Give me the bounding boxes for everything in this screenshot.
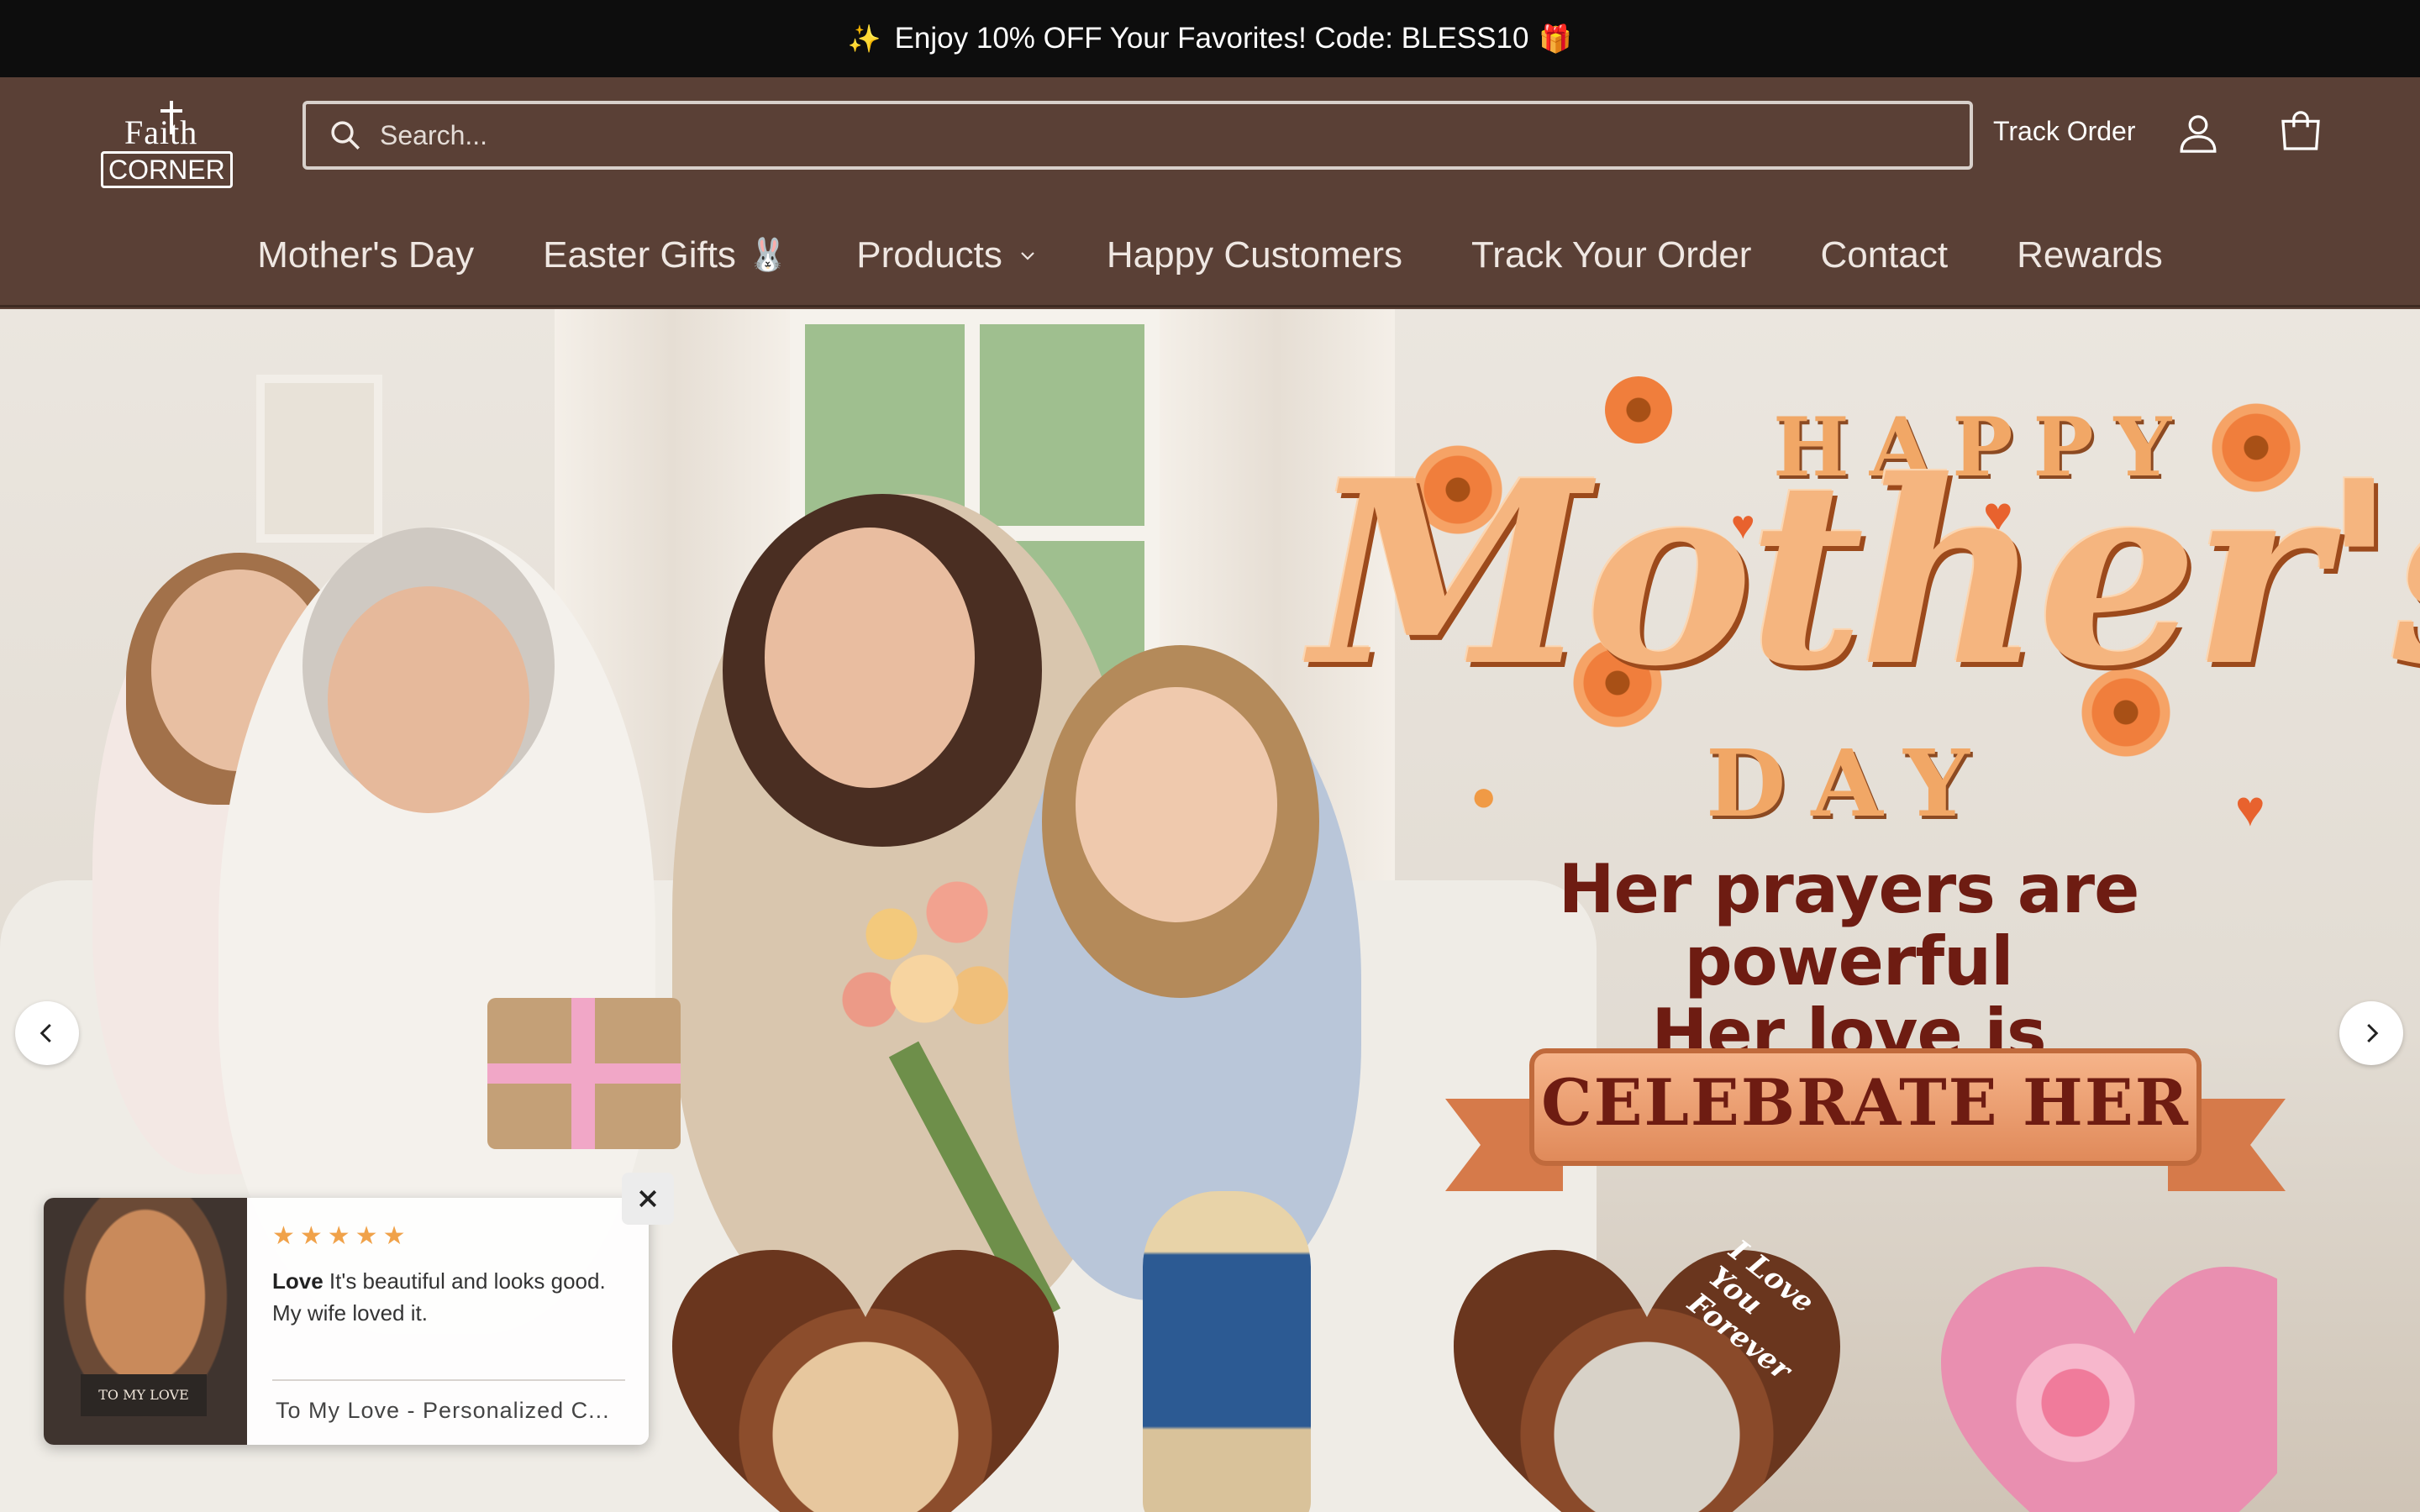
nav-item-label: Contact bbox=[1820, 234, 1949, 276]
heart-icon: ♥ bbox=[2235, 780, 2265, 837]
cart-icon[interactable] bbox=[2277, 108, 2324, 155]
celebrate-her-banner[interactable]: CELEBRATE HER bbox=[1445, 1048, 2286, 1200]
nav-item-label: Products bbox=[856, 234, 1002, 276]
flower-bouquet bbox=[815, 847, 1034, 1065]
nav-item-happy-customers[interactable]: Happy Customers bbox=[1107, 234, 1402, 276]
chevron-down-icon bbox=[1021, 252, 1034, 260]
chevron-left-icon bbox=[39, 1023, 51, 1043]
nav-item-products[interactable]: Products bbox=[856, 234, 1038, 276]
carousel-next-button[interactable] bbox=[2339, 1001, 2403, 1065]
sparkles-icon: ✨ bbox=[847, 24, 881, 54]
review-text: Love It's beautiful and looks good. My w… bbox=[272, 1265, 625, 1329]
site-header: Faith CORNER Track Order Mother's Day Ea… bbox=[0, 77, 2420, 307]
search-bar[interactable] bbox=[302, 101, 1973, 170]
main-nav: Mother's Day Easter Gifts 🐰 Products Hap… bbox=[0, 222, 2420, 289]
nav-item-easter-gifts[interactable]: Easter Gifts 🐰 bbox=[543, 234, 787, 276]
heart-shape bbox=[672, 1250, 1059, 1512]
heart-shape bbox=[1941, 1267, 2277, 1512]
announcement-bar: ✨ Enjoy 10% OFF Your Favorites! Code: BL… bbox=[0, 0, 2420, 77]
tagline-line-1: Her prayers are powerful bbox=[1558, 850, 2140, 1000]
headline-day: DAY bbox=[1706, 729, 1995, 837]
close-review-button[interactable] bbox=[622, 1173, 674, 1225]
gift-box-image bbox=[487, 998, 681, 1149]
celebrate-her-cta[interactable]: CELEBRATE HER bbox=[1529, 1065, 2202, 1140]
headline-mothers: Mother's bbox=[1311, 425, 2420, 722]
star-rating: ★★★★★ bbox=[272, 1222, 411, 1250]
close-icon bbox=[639, 1189, 657, 1208]
announcement-text: Enjoy 10% OFF Your Favorites! Code: BLES… bbox=[894, 22, 1529, 55]
thumb-caption: TO MY LOVE bbox=[81, 1374, 207, 1416]
bunny-icon: 🐰 bbox=[747, 238, 788, 273]
divider bbox=[272, 1379, 625, 1381]
head bbox=[1076, 687, 1277, 922]
carousel-prev-button[interactable] bbox=[15, 1001, 79, 1065]
account-icon[interactable] bbox=[2175, 109, 2222, 156]
track-order-link[interactable]: Track Order bbox=[1993, 116, 2136, 147]
nav-item-label: Easter Gifts bbox=[543, 234, 736, 276]
petal-icon: ● bbox=[1470, 772, 1497, 821]
gift-icon: 🎁 bbox=[1539, 24, 1573, 54]
rose-heart-product[interactable] bbox=[1941, 1267, 2277, 1512]
review-popup[interactable]: TO MY LOVE ★★★★★ Love It's beautiful and… bbox=[44, 1198, 649, 1445]
nav-item-track-your-order[interactable]: Track Your Order bbox=[1471, 234, 1751, 276]
review-product-name[interactable]: To My Love - Personalized C... bbox=[276, 1398, 610, 1424]
logo-line-2: CORNER bbox=[101, 151, 233, 188]
virgin-mary-statue-product[interactable] bbox=[1143, 1191, 1311, 1512]
logo-line-1: Faith bbox=[124, 113, 198, 151]
nav-item-label: Happy Customers bbox=[1106, 234, 1403, 276]
nav-item-contact[interactable]: Contact bbox=[1820, 234, 1948, 276]
lion-heart-product[interactable] bbox=[672, 1250, 1059, 1512]
search-icon bbox=[331, 121, 360, 150]
love-forever-heart-product[interactable]: I Love You Forever bbox=[1454, 1233, 1840, 1512]
review-product-thumbnail[interactable]: TO MY LOVE bbox=[44, 1198, 247, 1445]
nav-item-mothers-day[interactable]: Mother's Day bbox=[257, 234, 474, 276]
nav-item-rewards[interactable]: Rewards bbox=[2017, 234, 2163, 276]
faith-corner-logo[interactable]: Faith CORNER bbox=[99, 101, 233, 192]
head bbox=[328, 586, 529, 813]
wall-frame bbox=[256, 375, 382, 543]
search-input[interactable] bbox=[380, 119, 1892, 151]
head bbox=[765, 528, 975, 788]
ribbon bbox=[487, 1063, 681, 1084]
nav-item-label: Rewards bbox=[2017, 234, 2163, 276]
review-author: Love bbox=[272, 1268, 324, 1294]
nav-item-label: Track Your Order bbox=[1471, 234, 1752, 276]
chevron-right-icon bbox=[2367, 1023, 2379, 1043]
nav-item-label: Mother's Day bbox=[257, 234, 475, 276]
